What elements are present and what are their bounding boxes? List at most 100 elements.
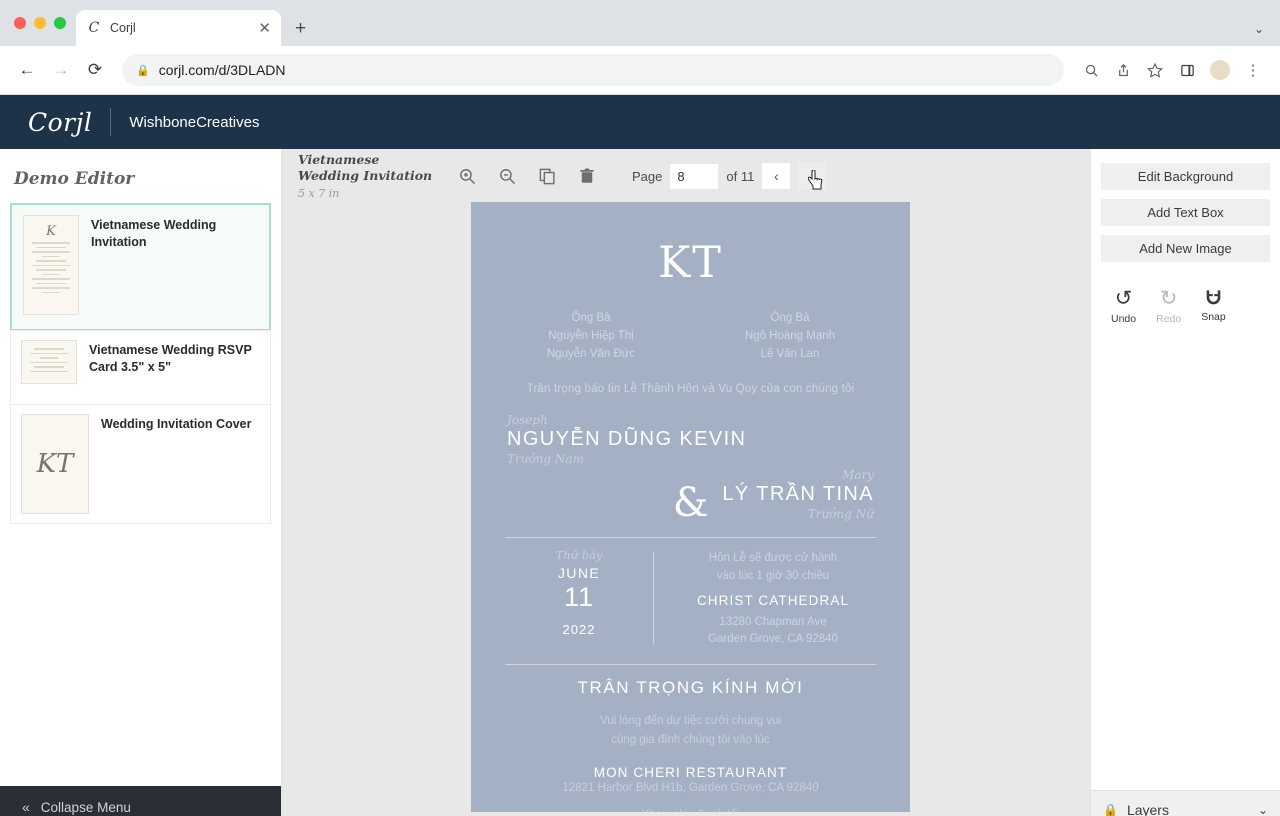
tab-strip: C Corjl ✕ + ⌄ xyxy=(0,0,1280,46)
page-label: Page xyxy=(632,168,663,184)
side-panel-icon[interactable] xyxy=(1172,55,1202,85)
browser-tab[interactable]: C Corjl ✕ xyxy=(76,10,281,46)
sidebar: Demo Editor K Vietnamese Wedding Invitat… xyxy=(0,149,282,816)
zoom-in-icon[interactable] xyxy=(452,161,482,191)
undo-icon: ↺ xyxy=(1114,286,1133,310)
corjl-logo[interactable]: Corjl xyxy=(28,108,92,137)
list-item[interactable]: K Vietnamese Wedding Invitation xyxy=(10,203,271,331)
groom-pre-name[interactable]: Joseph xyxy=(507,413,874,427)
list-item-label: Vietnamese Wedding Invitation xyxy=(91,218,217,249)
bride-pre-name[interactable]: Mary xyxy=(722,468,874,482)
announcement-text[interactable]: Trân trọng báo tin Lễ Thành Hôn và Vu Qu… xyxy=(471,363,910,395)
ceremony-line-1: Hôn Lễ sẽ được cử hành xyxy=(708,552,838,565)
vertical-divider xyxy=(653,552,654,645)
undo-label: Undo xyxy=(1111,313,1137,325)
invitation-canvas[interactable]: KT Ông Bà Nguyễn Hiệp Thị Nguyễn Văn Đức… xyxy=(471,202,910,812)
close-icon[interactable]: ✕ xyxy=(258,21,271,36)
maximize-window-button[interactable] xyxy=(54,17,66,29)
zoom-out-icon[interactable] xyxy=(492,161,522,191)
groom-subtitle[interactable]: Trưởng Nam xyxy=(507,452,874,466)
url-text: corjl.com/d/3DLADN xyxy=(158,62,286,78)
invitation-headline[interactable]: TRÂN TRỌNG KÍNH MỜI xyxy=(471,678,910,698)
ceremony-line-2: vào lúc 1 giờ 30 chiều xyxy=(716,569,830,582)
bride-parents[interactable]: Ông Bà Ngô Hoàng Mạnh Lê Văn Lan xyxy=(710,310,870,363)
forward-icon[interactable]: → xyxy=(46,55,76,85)
date-block[interactable]: Thứ bảy JUNE 11 2022 xyxy=(505,548,653,648)
groom-parent-1: Nguyễn Hiệp Thị xyxy=(548,329,634,342)
ceremony-address-2: Garden Grove, CA 92840 xyxy=(708,633,838,646)
year: 2022 xyxy=(562,622,596,638)
browser-action-icons: ⋮ xyxy=(1076,55,1268,85)
bride-name[interactable]: LÝ TRẦN TINA xyxy=(722,482,874,507)
chevron-down-icon[interactable]: ⌄ xyxy=(1254,22,1264,36)
groom-parent-2: Nguyễn Văn Đức xyxy=(546,347,636,360)
reception-address[interactable]: 12821 Harbor Blvd H1b, Garden Grove, CA … xyxy=(471,782,910,794)
chevron-left-icon: « xyxy=(22,799,30,815)
search-icon[interactable] xyxy=(1076,55,1106,85)
snap-button[interactable]: Snap xyxy=(1201,288,1226,325)
ceremony-address-1: 13280 Chapman Ave xyxy=(719,615,827,628)
share-icon[interactable] xyxy=(1108,55,1138,85)
snap-label: Snap xyxy=(1201,311,1226,323)
delete-icon[interactable] xyxy=(572,161,602,191)
page-input[interactable] xyxy=(670,163,719,189)
browser-menu-icon[interactable]: ⋮ xyxy=(1238,55,1268,85)
thumbnail-monogram: KT xyxy=(36,449,74,479)
groom-name[interactable]: NGUYỄN DŨNG KEVIN xyxy=(507,427,874,452)
bookmark-star-icon[interactable] xyxy=(1140,55,1170,85)
document-title: Vietnamese Wedding Invitation xyxy=(298,152,433,183)
back-icon[interactable]: ← xyxy=(12,55,42,85)
avatar[interactable] xyxy=(1210,60,1230,80)
monogram[interactable]: KT xyxy=(471,202,910,288)
next-page-button[interactable]: › xyxy=(798,163,827,190)
window-controls xyxy=(12,0,76,46)
reception-note[interactable]: Vui lòng đến dự tiệc cưới chung vui cùng… xyxy=(471,712,910,749)
magnet-icon xyxy=(1204,288,1223,307)
layers-panel-toggle[interactable]: 🔒 Layers ⌄ xyxy=(1091,790,1280,816)
reception-times[interactable]: Khai vị lúc 6 giờ tối Tiệc cưới bắt đầu … xyxy=(471,806,910,812)
template-thumbnail: K xyxy=(23,215,79,315)
ceremony-venue-name: CHRIST CATHEDRAL xyxy=(696,592,850,608)
header-divider xyxy=(110,108,112,136)
add-new-image-button[interactable]: Add New Image xyxy=(1101,235,1270,262)
document-size: 5 x 7 in xyxy=(298,186,340,200)
reception-venue-name[interactable]: MON CHERI RESTAURANT xyxy=(471,765,910,780)
history-actions: ↺ Undo ↻ Redo Snap xyxy=(1091,262,1280,326)
canvas-area: Vietnamese Wedding Invitation 5 x 7 in P… xyxy=(282,149,1090,816)
page-total-label: of 11 xyxy=(726,168,755,184)
bride-parent-1: Ngô Hoàng Mạnh xyxy=(744,329,836,342)
document-meta: Vietnamese Wedding Invitation 5 x 7 in xyxy=(290,152,438,199)
add-text-box-button[interactable]: Add Text Box xyxy=(1101,199,1270,226)
close-window-button[interactable] xyxy=(14,17,26,29)
month: JUNE xyxy=(557,565,601,582)
new-tab-button[interactable]: + xyxy=(295,19,306,38)
bride-subtitle[interactable]: Trưởng Nữ xyxy=(722,507,874,521)
list-item[interactable]: Vietnamese Wedding RSVP Card 3.5" x 5" xyxy=(10,330,271,405)
list-item-label: Wedding Invitation Cover xyxy=(101,417,252,431)
minimize-window-button[interactable] xyxy=(34,17,46,29)
chevron-down-icon: ⌄ xyxy=(1257,802,1268,816)
day: 11 xyxy=(563,582,595,613)
tab-title: Corjl xyxy=(110,21,136,35)
template-thumbnail xyxy=(21,340,77,384)
duplicate-icon[interactable] xyxy=(532,161,562,191)
reload-icon[interactable]: ⟳ xyxy=(80,55,110,85)
canvas-toolbar: Vietnamese Wedding Invitation 5 x 7 in P… xyxy=(282,149,1090,203)
url-input[interactable]: 🔒 corjl.com/d/3DLADN xyxy=(122,54,1064,86)
redo-button[interactable]: ↻ Redo xyxy=(1156,286,1181,326)
list-item[interactable]: KT Wedding Invitation Cover xyxy=(10,404,271,524)
app-header: Corjl WishboneCreatives xyxy=(0,95,1280,149)
redo-icon: ↻ xyxy=(1159,286,1178,310)
undo-button[interactable]: ↺ Undo xyxy=(1111,286,1137,326)
groom-parents[interactable]: Ông Bà Nguyễn Hiệp Thị Nguyễn Văn Đức xyxy=(511,310,671,363)
couple-block: Joseph NGUYỄN DŨNG KEVIN Trưởng Nam & Ma… xyxy=(471,395,910,523)
venue-block[interactable]: Hôn Lễ sẽ được cử hành vào lúc 1 giờ 30 … xyxy=(670,548,876,648)
lock-icon: 🔒 xyxy=(136,64,150,77)
ampersand[interactable]: & xyxy=(673,483,709,523)
list-item-label: Vietnamese Wedding RSVP Card 3.5" x 5" xyxy=(89,343,252,374)
lock-icon: 🔒 xyxy=(1103,802,1118,816)
right-panel: Edit Background Add Text Box Add New Ima… xyxy=(1090,149,1280,816)
collapse-menu-button[interactable]: « Collapse Menu xyxy=(0,786,281,816)
prev-page-button[interactable]: ‹ xyxy=(762,163,791,189)
edit-background-button[interactable]: Edit Background xyxy=(1101,163,1270,190)
